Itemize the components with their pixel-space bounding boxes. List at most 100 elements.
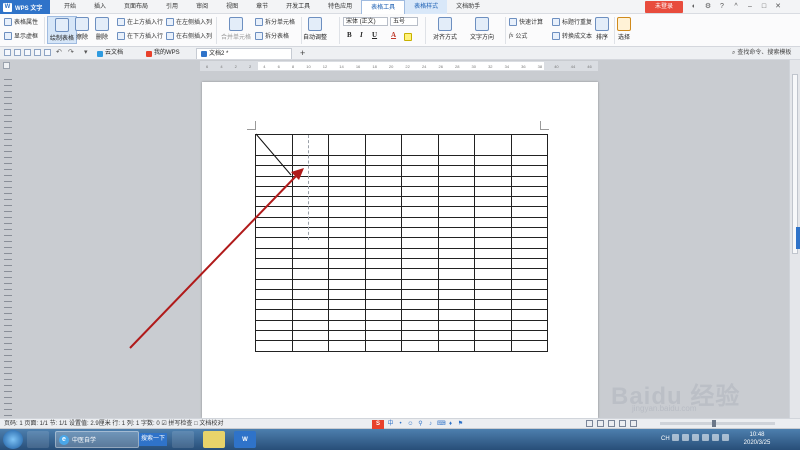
table-cell[interactable] — [364, 175, 402, 187]
table-cell[interactable] — [291, 165, 329, 177]
table-row[interactable] — [255, 268, 548, 280]
side-panel-toggle[interactable] — [796, 227, 800, 249]
table-cell[interactable] — [255, 165, 293, 177]
vertical-ruler[interactable] — [4, 74, 12, 417]
network-icon[interactable] — [702, 434, 709, 441]
font-size-select[interactable]: 五号 — [390, 17, 418, 26]
table-row[interactable] — [255, 165, 548, 177]
table-cell[interactable] — [291, 175, 329, 187]
table-row[interactable] — [255, 309, 548, 321]
formula-button[interactable]: fx 公式 — [509, 31, 527, 41]
table-cell[interactable] — [328, 247, 366, 259]
table-cell[interactable] — [364, 278, 402, 290]
table-cell[interactable] — [255, 319, 293, 332]
table-cell[interactable] — [510, 154, 548, 167]
table-cell[interactable] — [328, 309, 366, 321]
merge-cells-button[interactable]: 合并单元格 — [221, 17, 251, 41]
table-row[interactable] — [255, 257, 548, 270]
table-cell[interactable] — [328, 319, 366, 332]
table-cell[interactable] — [510, 134, 548, 156]
table-cell[interactable] — [364, 237, 402, 249]
tab-references[interactable]: 引用 — [157, 0, 187, 14]
help-icon[interactable]: ? — [716, 1, 728, 13]
table-cell[interactable] — [437, 288, 475, 301]
table-cell[interactable] — [328, 154, 366, 167]
table-cell[interactable] — [328, 216, 366, 229]
table-cell[interactable] — [328, 278, 366, 290]
show-hidden-icon[interactable] — [722, 434, 729, 441]
convert-to-text-button[interactable]: 转换成文本 — [552, 31, 592, 40]
table-cell[interactable] — [474, 319, 512, 332]
table-cell[interactable] — [401, 340, 439, 352]
document-table[interactable] — [255, 134, 548, 352]
table-cell[interactable] — [328, 175, 366, 187]
ime-skin-icon[interactable]: ♦ — [447, 421, 454, 428]
tab-developer[interactable]: 开发工具 — [277, 0, 319, 14]
table-cell[interactable] — [255, 216, 293, 229]
eye-protect-icon[interactable] — [630, 420, 637, 427]
table-cell[interactable] — [291, 278, 329, 290]
table-cell[interactable] — [364, 309, 402, 321]
table-cell[interactable] — [474, 185, 512, 198]
table-cell[interactable] — [255, 154, 293, 167]
app-menu-button[interactable]: W WPS 文字 — [0, 0, 50, 14]
table-cell[interactable] — [510, 330, 548, 342]
table-cell[interactable] — [364, 299, 402, 311]
table-row[interactable] — [255, 340, 548, 352]
ruler-toggle-icon[interactable] — [3, 62, 10, 69]
table-cell[interactable] — [328, 268, 366, 280]
skin-icon[interactable]: ◐ — [688, 1, 700, 13]
open-folder-icon[interactable] — [4, 49, 11, 56]
table-cell[interactable] — [474, 299, 512, 311]
highlight-icon[interactable] — [404, 33, 412, 41]
table-cell[interactable] — [291, 340, 329, 352]
table-row[interactable] — [255, 185, 548, 198]
italic-button[interactable]: I — [360, 31, 363, 39]
maximize-icon[interactable]: □ — [758, 1, 770, 13]
page-view-icon[interactable] — [586, 420, 593, 427]
table-cell[interactable] — [401, 319, 439, 332]
table-cell[interactable] — [328, 330, 366, 342]
tab-doc-assistant[interactable]: 文档助手 — [447, 0, 489, 14]
table-cell[interactable] — [437, 257, 475, 270]
table-row[interactable] — [255, 196, 548, 208]
outline-view-icon[interactable] — [608, 420, 615, 427]
table-cell[interactable] — [328, 134, 366, 156]
table-cell[interactable] — [291, 206, 329, 218]
tab-insert[interactable]: 插入 — [85, 0, 115, 14]
table-row[interactable] — [255, 227, 548, 239]
show-gridlines-button[interactable]: 显示虚框 — [4, 31, 38, 40]
table-row[interactable] — [255, 330, 548, 342]
table-cell[interactable] — [510, 257, 548, 270]
table-cell[interactable] — [474, 154, 512, 167]
table-row[interactable] — [255, 299, 548, 311]
table-row[interactable] — [255, 247, 548, 259]
table-cell[interactable] — [474, 278, 512, 290]
tab-table-tools[interactable]: 表格工具 — [361, 0, 406, 14]
table-cell[interactable] — [474, 216, 512, 229]
table-cell[interactable] — [401, 185, 439, 198]
ribbon-collapse-icon[interactable]: ^ — [730, 1, 742, 13]
table-cell[interactable] — [328, 288, 366, 301]
table-cell[interactable] — [255, 257, 293, 270]
table-cell[interactable] — [255, 299, 293, 311]
table-cell[interactable] — [474, 165, 512, 177]
table-cell[interactable] — [291, 185, 329, 198]
erase-button[interactable]: 擦除 — [75, 17, 89, 41]
table-cell[interactable] — [328, 299, 366, 311]
table-cell[interactable] — [291, 330, 329, 342]
table-properties-button[interactable]: 表格属性 — [4, 17, 38, 26]
web-view-icon[interactable] — [619, 420, 626, 427]
table-cell[interactable] — [401, 299, 439, 311]
table-cell[interactable] — [474, 134, 512, 156]
table-cell[interactable] — [255, 330, 293, 342]
table-cell[interactable] — [401, 175, 439, 187]
table-cell[interactable] — [328, 340, 366, 352]
insert-row-above-button[interactable]: 在上方插入行 — [117, 17, 163, 26]
tray-icon[interactable] — [692, 434, 699, 441]
table-cell[interactable] — [401, 196, 439, 208]
table-cell[interactable] — [437, 340, 475, 352]
table-cell[interactable] — [291, 288, 329, 301]
table-cell[interactable] — [291, 237, 329, 249]
print-preview-icon[interactable] — [44, 49, 51, 56]
